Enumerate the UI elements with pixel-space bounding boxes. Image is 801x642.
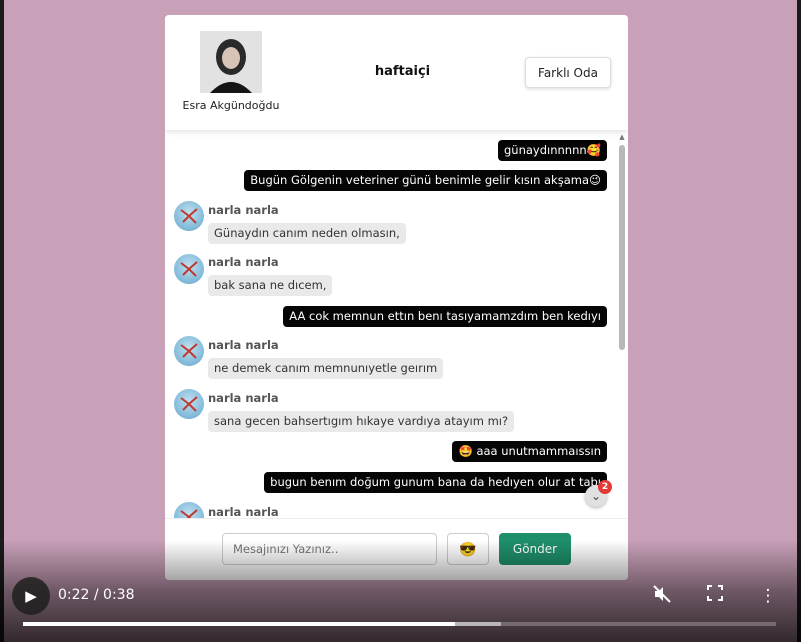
incoming-message: sana gecen bahsertıgım hıkaye vardıya at…	[208, 411, 515, 432]
time-display: 0:22 / 0:38	[58, 587, 135, 603]
unread-count-badge: 2	[598, 480, 612, 494]
bird-avatar-icon	[180, 261, 198, 277]
sender-name: narla narla	[208, 391, 279, 405]
more-options-icon[interactable]: ⋮	[756, 584, 780, 608]
incoming-message: Günaydın canım neden olmasın,	[208, 223, 406, 244]
room-title: haftaiçi	[374, 64, 431, 79]
profile-name: Esra Akgündoğdu	[182, 99, 280, 112]
chat-header: Esra Akgündoğdu haftaiçi Farklı Oda	[165, 15, 628, 130]
profile-photo[interactable]	[200, 31, 262, 93]
fullscreen-icon[interactable]	[703, 584, 727, 608]
outgoing-message: Bugün Gölgenin veteriner günü benimle ge…	[244, 170, 607, 191]
different-room-button[interactable]: Farklı Oda	[525, 57, 611, 88]
bird-avatar-icon	[180, 396, 198, 412]
outgoing-message: günaydınnnnn🥰	[498, 140, 607, 161]
progress-played	[23, 622, 456, 626]
speaker-muted-icon	[653, 585, 671, 603]
bird-avatar-icon	[180, 208, 198, 224]
sender-name: narla narla	[208, 505, 279, 519]
sender-name: narla narla	[208, 338, 279, 352]
message-list[interactable]: günaydınnnnn🥰 Bugün Gölgenin veteriner g…	[165, 130, 628, 530]
outgoing-message: bugun benım doğum gunum bana da hedıyen …	[264, 472, 607, 493]
user-avatar[interactable]	[174, 201, 204, 231]
user-avatar[interactable]	[174, 389, 204, 419]
portrait-image	[200, 31, 262, 93]
play-icon[interactable]: ▶	[12, 577, 50, 615]
chat-window: Esra Akgündoğdu haftaiçi Farklı Oda güna…	[165, 15, 628, 580]
scroll-up-arrow-icon[interactable]: ▲	[618, 133, 626, 141]
progress-bar[interactable]	[23, 622, 776, 626]
sender-name: narla narla	[208, 203, 279, 217]
outgoing-message: 🤩 aaa unutmammaıssın	[452, 441, 607, 462]
outgoing-message: AA cok memnun ettın benı tasıyamamzdım b…	[283, 306, 607, 327]
sender-name: narla narla	[208, 255, 279, 269]
scroll-thumb[interactable]	[619, 145, 625, 350]
message-scrollbar[interactable]: ▲ ▼	[618, 133, 626, 527]
incoming-message: ne demek canım memnunıyetle geırım	[208, 358, 444, 379]
bird-avatar-icon	[180, 343, 198, 359]
user-avatar[interactable]	[174, 336, 204, 366]
mute-icon[interactable]	[650, 584, 674, 608]
fullscreen-corners-icon	[707, 585, 723, 601]
user-avatar[interactable]	[174, 254, 204, 284]
incoming-message: bak sana ne dıcem,	[208, 275, 333, 296]
